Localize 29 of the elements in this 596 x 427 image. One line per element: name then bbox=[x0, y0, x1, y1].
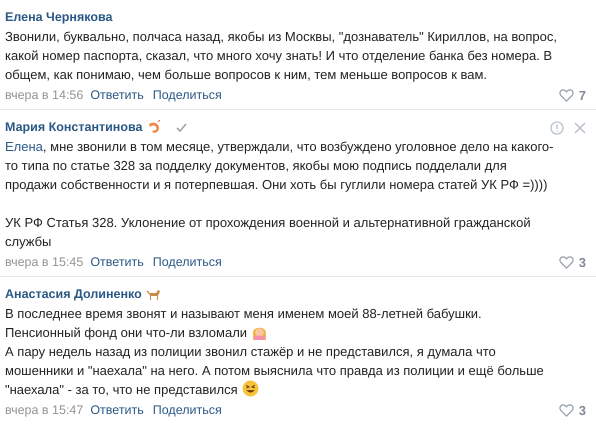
comment-text: УК РФ Статья 328. Уклонение от прохождения военной и альтернативной гражданской службы bbox=[5, 214, 532, 251]
report-icon[interactable] bbox=[550, 120, 564, 134]
author-name[interactable]: Елена Чернякова bbox=[5, 8, 112, 27]
comment-text: Елена, мне звонили в том месяце, утверждали, что возбуждено уголовное дело на какого-то типа по статье 328 за подделку документов, якобы мою подпись подделали для продажи собственности и я потерпевшая. Они хоть бы гуглили номера статей УК РФ =)))) bbox=[5, 138, 554, 194]
heart-icon bbox=[558, 256, 574, 269]
reply-link[interactable]: Ответить bbox=[90, 401, 144, 420]
comment-time: вчера в 14:56 bbox=[5, 87, 84, 104]
share-link[interactable]: Поделиться bbox=[152, 253, 222, 272]
heart-icon bbox=[558, 404, 574, 417]
like-count: 3 bbox=[578, 402, 586, 420]
comment-text: А пару недель назад из полиции звонил стажёр и не представился, я думала что мошенники и "наехала" на него. А потом выяснила что правда из полиции и ещё больше "наехала" - за то, что не представился bbox=[5, 343, 545, 399]
close-icon[interactable] bbox=[574, 122, 586, 134]
author-name[interactable]: Мария Константинова bbox=[5, 118, 142, 137]
share-link[interactable]: Поделиться bbox=[152, 401, 222, 420]
comment-time: вчера в 15:47 bbox=[5, 402, 84, 419]
heart-icon bbox=[558, 89, 574, 102]
reply-link[interactable]: Ответить bbox=[90, 253, 144, 272]
like-count: 3 bbox=[578, 254, 586, 272]
comment-text: В последнее время звонят и называют меня именем моей 88-летней бабушки. bbox=[5, 305, 483, 323]
shrimp-icon bbox=[146, 120, 162, 136]
share-link[interactable]: Поделиться bbox=[152, 86, 222, 105]
comment-time: вчера в 15:45 bbox=[5, 254, 84, 271]
comment-text: Пенсионный фонд они что-ли взломали bbox=[5, 323, 586, 342]
mention-link[interactable]: Елена bbox=[5, 139, 43, 154]
author-name[interactable]: Анастасия Долиненко bbox=[5, 285, 142, 304]
reply-link[interactable]: Ответить bbox=[90, 86, 144, 105]
laughing-emoji-icon bbox=[242, 380, 259, 397]
comment-text: Звонили, буквально, полчаса назад, якобы из Москвы, "дознаватель" Кириллов, на вопрос, какой номер паспорта, сказал, что много хочу знать! И что отделение банка без номера. В общем, как понимаю, чем больше вопросов к ним, тем меньше вопросов к вам. bbox=[5, 28, 558, 84]
like-count: 7 bbox=[578, 87, 586, 105]
